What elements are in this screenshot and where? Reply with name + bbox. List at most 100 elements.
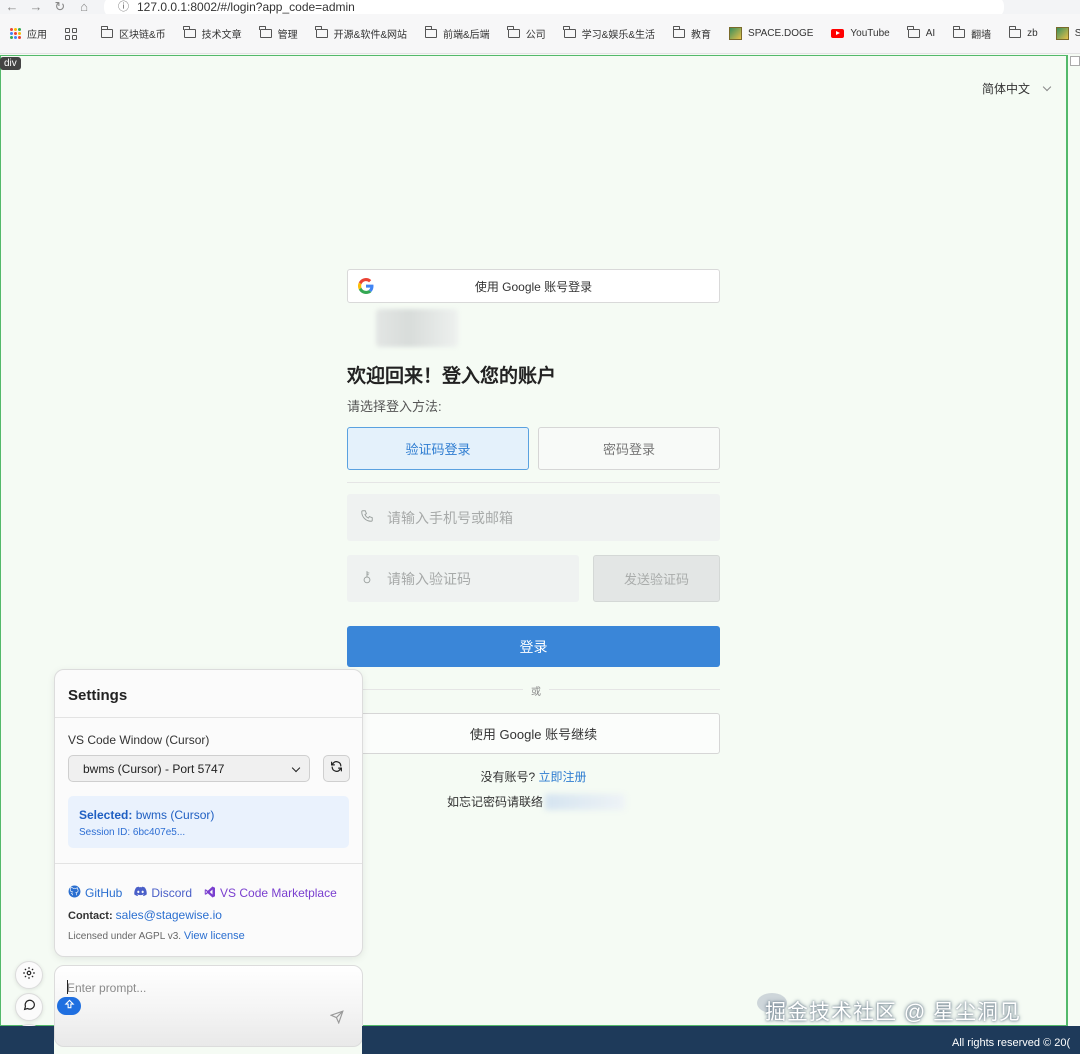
settings-title: Settings [68, 687, 128, 704]
gear-icon [22, 966, 36, 985]
chevron-down-icon [291, 763, 301, 773]
contact-email-link[interactable]: sales@stagewise.io [116, 908, 222, 922]
google-icon [358, 278, 374, 297]
selected-window-info: Selected: bwms (Cursor) Session ID: 6bc4… [68, 796, 349, 848]
bookmark-apps[interactable]: 应用 [10, 26, 47, 41]
folder-icon [183, 26, 196, 38]
prompt-box [54, 965, 363, 1047]
image-icon [729, 27, 743, 40]
chat-toggle-button[interactable] [15, 993, 43, 1021]
folder-icon [424, 26, 438, 38]
google-continue-button[interactable]: 使用 Google 账号继续 [347, 713, 720, 754]
login-method-hint: 请选择登入方法: [347, 399, 442, 414]
view-license-link[interactable]: View license [184, 930, 245, 942]
github-link[interactable]: GitHub [68, 885, 122, 901]
site-info-icon[interactable]: ⓘ [118, 2, 129, 13]
vscode-window-select[interactable]: bwms (Cursor) - Port 5747 [68, 755, 310, 782]
folder-icon [100, 26, 113, 38]
settings-toggle-button[interactable] [15, 961, 43, 989]
language-label: 简体中文 [982, 82, 1031, 96]
window-select-value: bwms (Cursor) - Port 5747 [83, 761, 225, 776]
phone-email-input[interactable]: 请输入手机号或邮箱 [347, 494, 720, 541]
contact-info: Contact: sales@stagewise.io [68, 908, 222, 922]
refresh-icon [330, 760, 343, 778]
bookmark-space-doge[interactable]: SPACE.DOGE [729, 27, 813, 40]
reload-icon[interactable]: ↻ [48, 0, 72, 13]
context-badge[interactable] [57, 997, 81, 1015]
google-login-label: 使用 Google 账号登录 [474, 279, 593, 294]
broken-image-icon [1070, 56, 1080, 66]
bookmark-folder[interactable]: 公司 [507, 26, 546, 41]
refresh-button[interactable] [323, 755, 350, 782]
bookmark-folder[interactable]: 区块链&币 [100, 26, 166, 41]
divider [347, 482, 720, 483]
bookmark-folder[interactable]: 教育 [672, 26, 711, 41]
folder-icon [1008, 26, 1022, 38]
bookmark-folder[interactable]: 翻墙 [952, 26, 991, 41]
url-text: 127.0.0.1:8002/#/login?app_code=admin [137, 0, 355, 14]
bookmark-grid[interactable] [65, 27, 77, 40]
language-switcher[interactable]: 简体中文 [982, 80, 1052, 97]
bookmark-youtube[interactable]: YouTube [831, 28, 890, 39]
element-inspector-tag: div [0, 57, 21, 70]
discord-icon [134, 886, 148, 900]
session-id: Session ID: 6bc407e5... [79, 827, 186, 838]
upload-icon [64, 997, 75, 1015]
home-icon[interactable]: ⌂ [72, 0, 96, 13]
vscode-icon [204, 886, 216, 901]
chat-bubble-icon [23, 998, 36, 1016]
divider [55, 717, 362, 718]
external-links: GitHub Discord VS Code Marketplace [68, 885, 337, 901]
bookmark-folder[interactable]: 技术文章 [183, 26, 242, 41]
image-icon [1055, 27, 1069, 40]
forgot-password-text: 如忘记密码请联络 [447, 793, 626, 810]
copyright-text: All rights reserved © 20( [952, 1037, 1071, 1049]
bookmark-folder[interactable]: 开源&软件&网站 [315, 26, 407, 41]
verification-code-placeholder: 请输入验证码 [387, 570, 471, 587]
bookmarks-bar: 应用 区块链&币 技术文章 管理 开源&软件&网站 前端&后端 公司 学习&娱乐… [0, 14, 1080, 54]
back-icon[interactable]: ← [0, 0, 24, 13]
divider [55, 863, 362, 864]
selected-window: Selected: bwms (Cursor) [79, 808, 215, 822]
tab-code-login[interactable]: 验证码登录 [347, 427, 529, 470]
bookmark-sp[interactable]: SP [1055, 27, 1080, 40]
folder-icon [259, 26, 272, 38]
chevron-down-icon [1042, 82, 1052, 92]
bookmark-folder[interactable]: 学习&娱乐&生活 [563, 26, 655, 41]
youtube-icon [831, 29, 845, 38]
vscode-marketplace-link[interactable]: VS Code Marketplace [204, 885, 337, 901]
folder-icon [952, 26, 966, 38]
discord-link[interactable]: Discord [134, 885, 192, 901]
google-login-button[interactable]: 使用 Google 账号登录 [347, 269, 720, 303]
login-form: 使用 Google 账号登录 欢迎回来！登入您的账户 请选择登入方法: 验证码登… [347, 269, 720, 810]
folder-icon [315, 26, 328, 38]
phone-icon [347, 509, 387, 526]
bookmark-folder[interactable]: 管理 [259, 26, 298, 41]
key-icon [347, 570, 387, 587]
bookmark-folder[interactable]: AI [907, 26, 935, 39]
bookmark-folder[interactable]: 前端&后端 [424, 26, 490, 41]
blurred-contact [545, 793, 626, 810]
watermark-text: 掘金技术社区 @ 星尘洞见 [765, 1001, 1021, 1024]
folder-icon [507, 26, 520, 38]
bookmark-folder[interactable]: zb [1008, 26, 1038, 39]
verification-code-input[interactable]: 请输入验证码 [347, 555, 579, 602]
folder-icon [672, 26, 686, 38]
login-button[interactable]: 登录 [347, 626, 720, 667]
forgot-password-label: 如忘记密码请联络 [447, 795, 544, 809]
footer-bar: All rights reserved © 20( [362, 1026, 1080, 1054]
tab-password-login[interactable]: 密码登录 [538, 427, 720, 470]
send-icon[interactable] [329, 1010, 344, 1029]
prompt-input[interactable] [67, 978, 317, 998]
grid-icon [65, 27, 77, 40]
no-account-text: 没有账号? [480, 770, 536, 784]
send-code-button[interactable]: 发送验证码 [593, 555, 720, 602]
forward-icon[interactable]: → [24, 0, 48, 13]
folder-icon [563, 26, 576, 38]
register-link[interactable]: 立即注册 [539, 770, 587, 784]
address-bar[interactable]: ⓘ 127.0.0.1:8002/#/login?app_code=admin [104, 0, 1004, 14]
settings-panel: Settings VS Code Window (Cursor) bwms (C… [54, 669, 363, 957]
or-label: 或 [523, 683, 549, 698]
phone-email-placeholder: 请输入手机号或邮箱 [387, 509, 513, 526]
browser-toolbar: ← → ↻ ⌂ ⓘ 127.0.0.1:8002/#/login?app_cod… [0, 0, 1080, 14]
